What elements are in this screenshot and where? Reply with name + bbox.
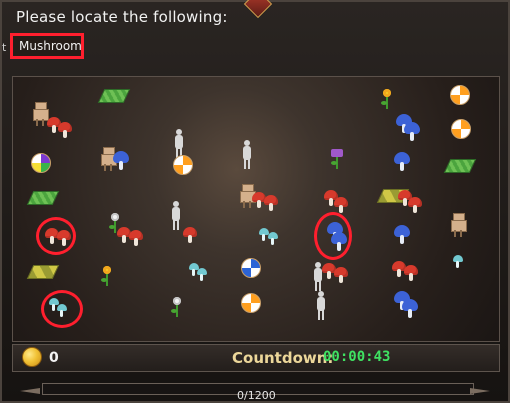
game-window: Please locate the following: Mushroom t: [0, 0, 510, 403]
statue-figure[interactable]: [168, 201, 184, 231]
countdown-value: 00:00:43: [323, 349, 391, 365]
beach-ball[interactable]: [31, 153, 51, 173]
search-board[interactable]: [12, 76, 500, 342]
statue-figure[interactable]: [313, 291, 329, 321]
countdown-label: Countdown:: [232, 349, 334, 367]
beach-ball[interactable]: [241, 293, 261, 313]
red-mushroom-cluster[interactable]: [47, 117, 73, 141]
target-edge-char: t: [2, 41, 7, 54]
red-mushroom-cluster[interactable]: [392, 261, 420, 285]
robot-figure[interactable]: [449, 213, 467, 237]
beach-ball[interactable]: [450, 85, 470, 105]
red-mushroom-cluster[interactable]: [398, 190, 424, 214]
progress-right-ornament: [470, 388, 490, 394]
found-marker-circle: [41, 290, 83, 328]
blue-mushroom-cluster[interactable]: [113, 151, 133, 173]
red-mushroom-cluster[interactable]: [324, 190, 350, 214]
grass-tile[interactable]: [26, 191, 60, 205]
target-label: Mushroom: [19, 39, 82, 53]
yellow-grass-tile[interactable]: [26, 265, 60, 279]
blue-mushroom-cluster[interactable]: [394, 152, 414, 174]
target-highlight-box: Mushroom: [10, 33, 84, 59]
progress-left-ornament: [20, 388, 40, 394]
purple-flower[interactable]: [329, 149, 345, 171]
progress-text: 0/1200: [237, 389, 276, 402]
grass-tile[interactable]: [97, 89, 131, 103]
coin-count: 0: [49, 350, 59, 366]
beach-ball[interactable]: [173, 155, 193, 175]
prompt-text: Please locate the following:: [16, 8, 228, 26]
teal-mushroom-cluster[interactable]: [259, 228, 281, 248]
top-ornament: [243, 0, 273, 19]
blue-mushroom-cluster[interactable]: [394, 225, 414, 247]
blue-mushroom-cluster[interactable]: [394, 291, 418, 318]
statue-figure[interactable]: [239, 140, 255, 170]
red-mushroom-cluster[interactable]: [322, 263, 350, 287]
teal-mushroom-cluster[interactable]: [189, 263, 209, 281]
red-mushroom-cluster[interactable]: [117, 227, 145, 251]
red-mushroom-cluster[interactable]: [252, 192, 280, 216]
red-mushroom-cluster[interactable]: [183, 227, 205, 249]
coin-icon: [22, 347, 42, 367]
sunflower[interactable]: [99, 266, 115, 288]
found-marker-circle: [36, 217, 76, 255]
white-flower[interactable]: [169, 297, 185, 319]
beach-ball[interactable]: [241, 258, 261, 278]
blue-mushroom-cluster[interactable]: [396, 114, 420, 141]
flower-grass-tile[interactable]: [443, 159, 477, 173]
beach-ball[interactable]: [451, 119, 471, 139]
found-marker-circle: [314, 212, 352, 260]
teal-mushroom-cluster[interactable]: [453, 255, 473, 275]
sunflower[interactable]: [379, 89, 395, 111]
